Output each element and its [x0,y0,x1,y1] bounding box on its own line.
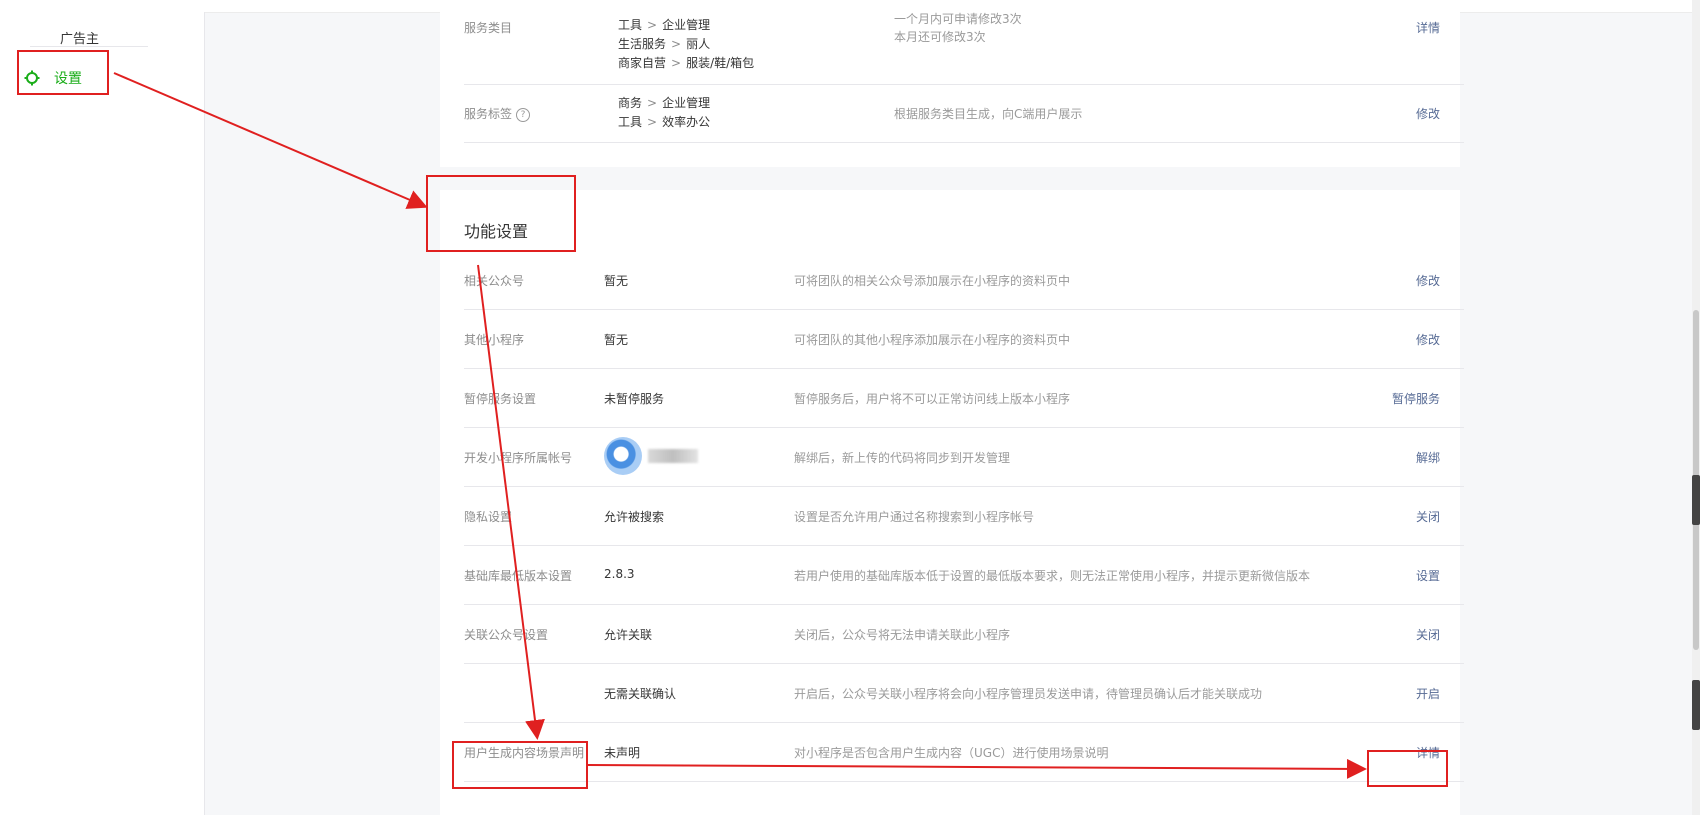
pause-service-link[interactable]: 暂停服务 [1392,390,1440,407]
privacy-close-link[interactable]: 关闭 [1416,508,1440,525]
floating-widget[interactable] [1692,680,1700,730]
feature-row: 无需关联确认 开启后，公众号关联小程序将会向小程序管理员发送申请，待管理员确认后… [464,663,1464,723]
feature-row-desc: 暂停服务后，用户将不可以正常访问线上版本小程序 [794,392,1071,406]
chevron-right-icon: > [671,37,682,51]
feature-row-value: 无需关联确认 [604,687,677,701]
chevron-right-icon: > [647,115,658,129]
feature-row-desc: 关闭后，公众号将无法申请关联此小程序 [794,628,1011,642]
service-category-desc-1: 一个月内可申请修改3次 [894,12,1022,26]
floating-widget[interactable] [1692,475,1700,525]
chevron-right-icon: > [647,18,658,32]
service-info-card: 服务类目 工具 > 企业管理 生活服务 > 丽人 商家自营 > 服装/鞋/箱包 一个月内可申… [440,0,1464,167]
feature-row-label: 用户生成内容场景声明 [464,746,585,760]
feature-row: 暂停服务设置 未暂停服务 暂停服务后，用户将不可以正常访问线上版本小程序 暂停服… [464,368,1464,428]
feature-row-desc: 解绑后，新上传的代码将同步到开发管理 [794,451,1011,465]
feature-row: 关联公众号设置 允许关联 关闭后，公众号将无法申请关联此小程序 关闭 [464,604,1464,664]
service-category-desc-2: 本月还可修改3次 [894,30,986,44]
feature-row: 相关公众号 暂无 可将团队的相关公众号添加展示在小程序的资料页中 修改 [464,250,1464,310]
feature-row: 基础库最低版本设置 2.8.3 若用户使用的基础库版本低于设置的最低版本要求，则… [464,545,1464,605]
feature-row-value: 未声明 [604,746,641,760]
service-tag-desc: 根据服务类目生成，向C端用户展示 [894,107,1083,121]
feature-row: 其他小程序 暂无 可将团队的其他小程序添加展示在小程序的资料页中 修改 [464,309,1464,369]
feature-row-label: 其他小程序 [464,333,525,347]
service-tag-list: 商务 > 企业管理 工具 > 效率办公 [618,96,711,129]
feature-row-value: 允许关联 [604,628,653,642]
feature-row-value: 暂无 [604,333,629,347]
service-category-list: 工具 > 企业管理 生活服务 > 丽人 商家自营 > 服装/鞋/箱包 [618,18,755,70]
chevron-right-icon: > [647,96,658,110]
feature-row-label: 相关公众号 [464,274,525,288]
feature-row-desc: 开启后，公众号关联小程序将会向小程序管理员发送申请，待管理员确认后才能关联成功 [794,687,1263,701]
feature-row: 开发小程序所属帐号 解绑后，新上传的代码将同步到开发管理 解绑 [464,427,1464,487]
feature-row-label: 开发小程序所属帐号 [464,451,573,465]
gear-icon [24,70,40,86]
service-tag-edit-link[interactable]: 修改 [1416,105,1440,122]
sidebar-settings-label: 设置 [54,71,82,87]
ugc-detail-link[interactable]: 详情 [1416,744,1440,761]
account-link-close-link[interactable]: 关闭 [1416,626,1440,643]
chevron-right-icon: > [671,56,682,70]
service-category-label: 服务类目 [464,21,513,35]
feature-row-value: 2.8.3 [604,567,635,581]
related-official-account-edit-link[interactable]: 修改 [1416,272,1440,289]
blurred-account-name [648,449,698,463]
sidebar-item-advertiser[interactable]: 广告主 [60,28,99,47]
sidebar-item-settings[interactable]: 设置 [24,68,82,88]
service-category-row: 服务类目 工具 > 企业管理 生活服务 > 丽人 商家自营 > 服装/鞋/箱包 一个月内可申… [464,0,1464,85]
feature-row-label: 隐私设置 [464,510,513,524]
section-title: 功能设置 [464,222,529,241]
feature-row-desc: 可将团队的相关公众号添加展示在小程序的资料页中 [794,274,1071,288]
link-confirm-enable-link[interactable]: 开启 [1416,685,1440,702]
feature-row: 隐私设置 允许被搜索 设置是否允许用户通过名称搜索到小程序帐号 关闭 [464,486,1464,546]
feature-row-label: 暂停服务设置 [464,392,537,406]
feature-row-value: 允许被搜索 [604,510,665,524]
service-tag-row: 服务标签? 商务 > 企业管理 工具 > 效率办公 根据服务类目生成，向C端用户展示 修… [464,84,1464,143]
feature-row-label: 关联公众号设置 [464,628,549,642]
min-version-settings-link[interactable]: 设置 [1416,567,1440,584]
service-tag-label: 服务标签? [464,105,531,122]
feature-row-value: 暂无 [604,274,629,288]
other-mini-program-edit-link[interactable]: 修改 [1416,331,1440,348]
sidebar: 广告主 设置 [0,12,205,815]
feature-row: 用户生成内容场景声明 未声明 对小程序是否包含用户生成内容（UGC）进行使用场景… [464,722,1464,782]
feature-row-desc: 设置是否允许用户通过名称搜索到小程序帐号 [794,510,1035,524]
feature-row-desc: 对小程序是否包含用户生成内容（UGC）进行使用场景说明 [794,746,1109,760]
feature-row-label: 基础库最低版本设置 [464,569,573,583]
avatar [604,437,642,475]
feature-settings-card: 功能设置 相关公众号 暂无 可将团队的相关公众号添加展示在小程序的资料页中 修改… [440,190,1464,815]
unbind-link[interactable]: 解绑 [1416,449,1440,466]
service-category-detail-link[interactable]: 详情 [1416,19,1440,36]
feature-row-value: 未暂停服务 [604,392,665,406]
feature-row-desc: 可将团队的其他小程序添加展示在小程序的资料页中 [794,333,1071,347]
sidebar-divider [30,46,148,47]
help-icon[interactable]: ? [516,108,531,122]
feature-row-desc: 若用户使用的基础库版本低于设置的最低版本要求，则无法正常使用小程序，并提示更新微… [794,569,1311,583]
